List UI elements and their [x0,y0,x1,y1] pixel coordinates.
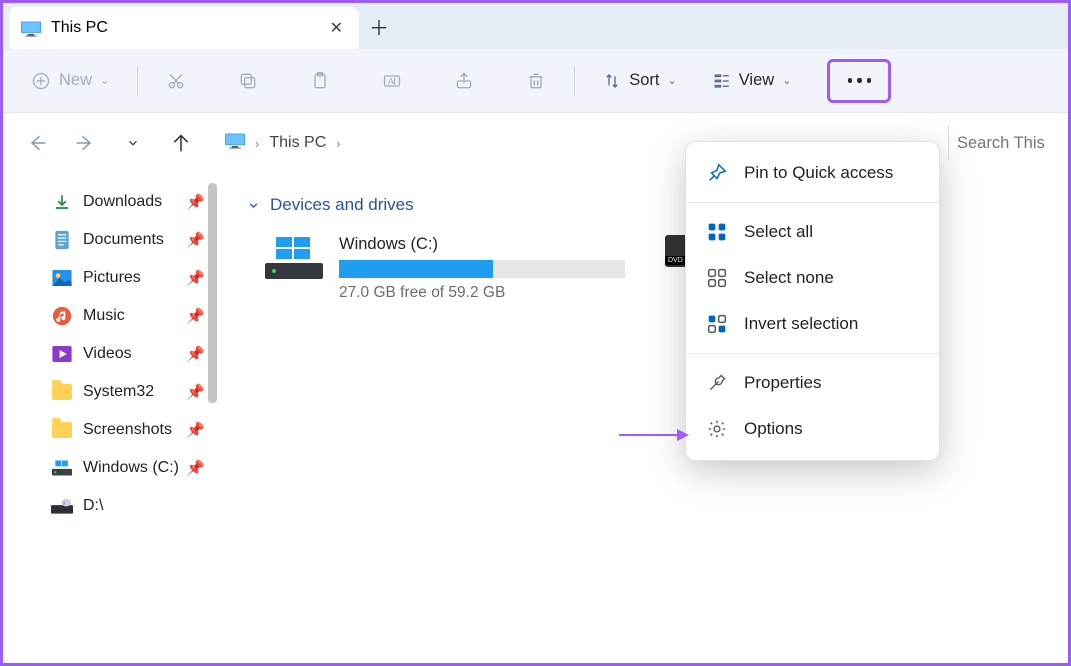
folder-icon [51,420,73,440]
gear-icon [706,418,728,440]
menu-properties[interactable]: Properties [686,360,939,406]
rename-button[interactable]: A [372,61,412,101]
chevron-right-icon[interactable]: › [336,136,340,151]
menu-select-all[interactable]: Select all [686,209,939,255]
search-input[interactable]: Search This PC [948,125,1048,161]
wrench-icon [706,372,728,394]
disk-icon [51,458,73,478]
chevron-down-icon: ⌄ [668,74,677,87]
pin-icon: 📌 [186,383,205,401]
sidebar-item-videos[interactable]: Videos 📌 [3,335,213,373]
pin-icon: 📌 [186,421,205,439]
pin-icon [706,162,728,184]
select-none-icon [706,267,728,289]
videos-icon [51,344,73,364]
separator [574,66,575,96]
folder-icon [51,382,73,402]
menu-invert-selection[interactable]: Invert selection [686,301,939,347]
menu-label: Invert selection [744,314,858,334]
chevron-down-icon: ⌄ [100,74,109,87]
close-icon[interactable]: ✕ [326,14,347,42]
menu-label: Properties [744,373,821,393]
chevron-down-icon: ⌄ [782,74,791,87]
toolbar: New ⌄ A Sort ⌄ View ⌄ [3,49,1068,113]
menu-options[interactable]: Options [686,406,939,452]
tab-this-pc[interactable]: This PC ✕ [9,7,359,49]
tab-bar: This PC ✕ ＋ [3,3,1068,49]
cut-button[interactable] [156,61,196,101]
recent-dropdown[interactable] [115,125,151,161]
pin-icon: 📌 [186,307,205,325]
sidebar-item-pictures[interactable]: Pictures 📌 [3,259,213,297]
download-icon [51,192,73,212]
forward-button[interactable] [67,125,103,161]
drive-name: Windows (C:) [339,235,625,254]
menu-label: Options [744,419,803,439]
new-button[interactable]: New ⌄ [21,61,119,101]
sidebar-item-d-drive[interactable]: ? D:\ [3,487,213,525]
monitor-icon [21,21,41,35]
sidebar-item-music[interactable]: Music 📌 [3,297,213,335]
menu-select-none[interactable]: Select none [686,255,939,301]
sidebar-item-label: D:\ [83,497,205,515]
sort-button[interactable]: Sort ⌄ [593,61,686,101]
view-button[interactable]: View ⌄ [703,61,802,101]
menu-label: Pin to Quick access [744,163,893,183]
share-button[interactable] [444,61,484,101]
new-tab-button[interactable]: ＋ [359,3,399,49]
tab-title: This PC [51,19,326,37]
pin-icon: 📌 [186,269,205,287]
dvd-icon: ? [51,496,73,516]
sidebar: Downloads 📌 Documents 📌 Pictures 📌 Music… [3,173,213,663]
pictures-icon [51,268,73,288]
pin-icon: 📌 [186,345,205,363]
back-button[interactable] [19,125,55,161]
pin-icon: 📌 [186,459,205,477]
paste-button[interactable] [300,61,340,101]
annotation-arrow [619,429,689,441]
separator [686,353,939,354]
sidebar-item-documents[interactable]: Documents 📌 [3,221,213,259]
sidebar-item-system32[interactable]: System32 📌 [3,373,213,411]
select-all-icon [706,221,728,243]
svg-text:A: A [388,76,395,86]
separator [137,66,138,96]
pin-icon: 📌 [186,193,205,211]
more-menu: Pin to Quick access Select all Select no… [685,141,940,461]
sidebar-item-screenshots[interactable]: Screenshots 📌 [3,411,213,449]
drive-free-text: 27.0 GB free of 59.2 GB [339,284,625,302]
music-icon [51,306,73,326]
menu-pin-quick-access[interactable]: Pin to Quick access [686,150,939,196]
section-title: Devices and drives [270,195,414,215]
chevron-down-icon [247,199,260,212]
menu-label: Select none [744,268,834,288]
disk-icon [265,235,323,279]
monitor-icon [225,133,245,154]
copy-button[interactable] [228,61,268,101]
delete-button[interactable] [516,61,556,101]
drive-windows-c[interactable]: Windows (C:) 27.0 GB free of 59.2 GB [265,235,625,302]
drive-usage-bar [339,260,625,278]
document-icon [51,230,73,250]
sidebar-item-downloads[interactable]: Downloads 📌 [3,183,213,221]
pin-icon: 📌 [186,231,205,249]
separator [686,202,939,203]
up-button[interactable] [163,125,199,161]
menu-label: Select all [744,222,813,242]
new-label: New [59,71,92,90]
breadcrumb-location[interactable]: This PC [269,134,326,152]
invert-selection-icon [706,313,728,335]
more-button[interactable] [827,59,891,103]
chevron-right-icon[interactable]: › [255,136,259,151]
sort-label: Sort [629,71,659,90]
sidebar-item-windows-c[interactable]: Windows (C:) 📌 [3,449,213,487]
view-label: View [739,71,774,90]
